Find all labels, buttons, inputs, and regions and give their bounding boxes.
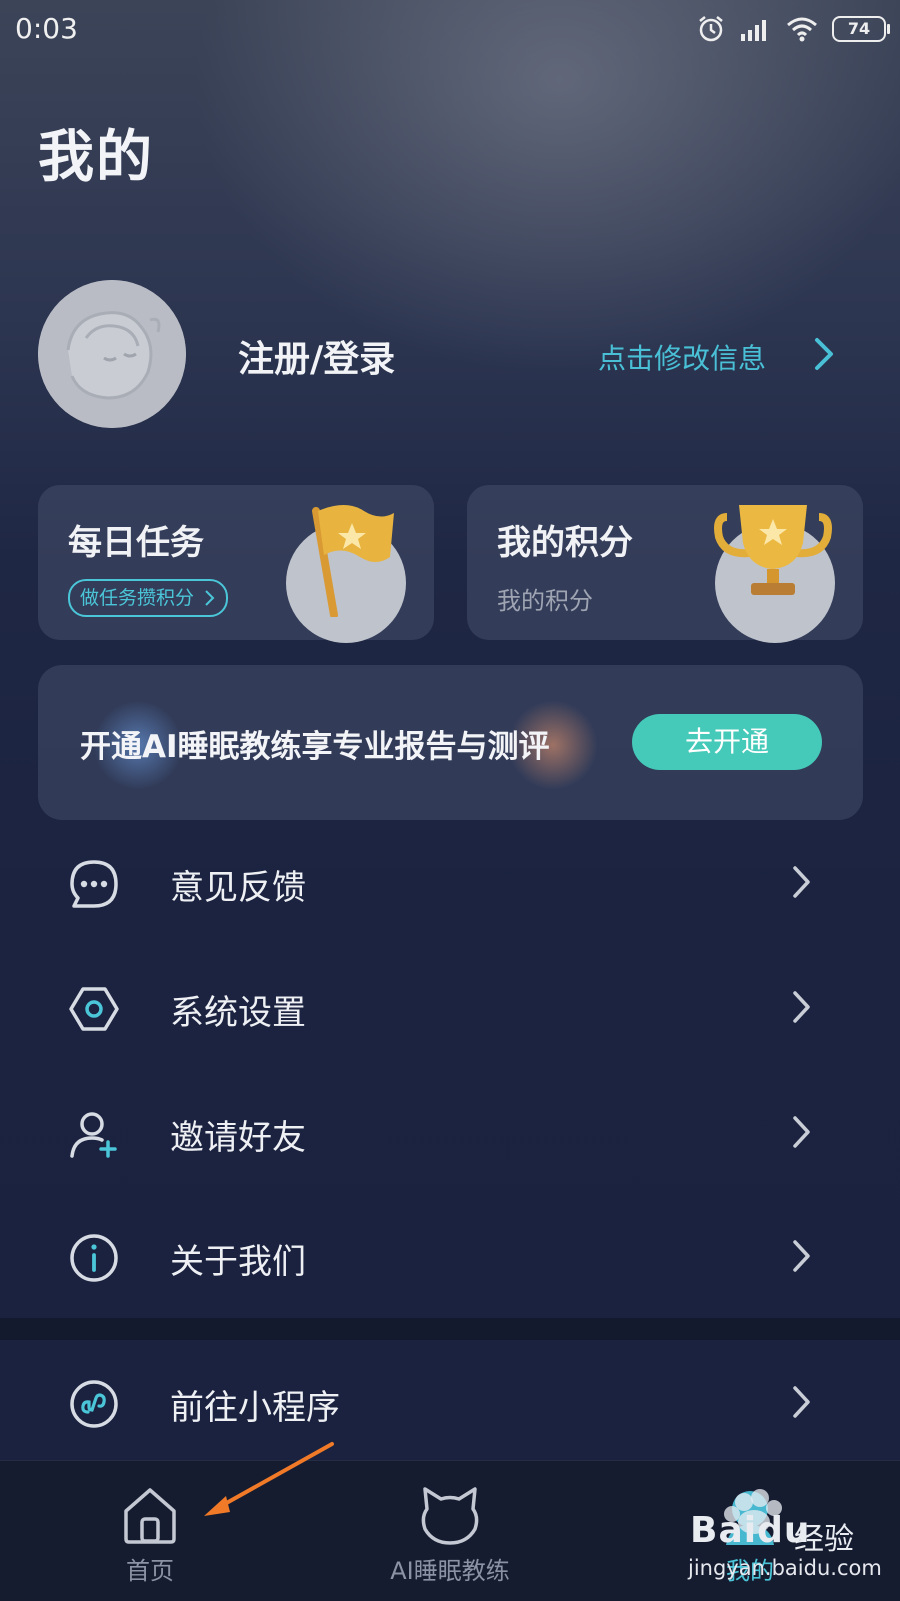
- signal-icon: [741, 20, 766, 41]
- tab-label: AI睡眠教练: [390, 1557, 510, 1585]
- menu-item-label: 关于我们: [170, 1242, 306, 1282]
- menu-item-label: 意见反馈: [170, 868, 306, 908]
- chevron-right-icon: [793, 866, 810, 898]
- add-user-icon: [70, 1112, 117, 1158]
- flag-icon: [312, 505, 394, 617]
- my-points-card[interactable]: 我的积分 我的积分: [467, 485, 863, 643]
- watermark-url: jingyan.baidu.com: [688, 1556, 882, 1580]
- promo-text: 开通AI睡眠教练享专业报告与测评: [80, 729, 550, 765]
- hexagon-settings-icon: [69, 987, 119, 1031]
- alarm-icon: [699, 16, 723, 42]
- chevron-right-icon: [793, 991, 810, 1023]
- menu-item-invite[interactable]: 邀请好友: [0, 1070, 900, 1194]
- menu-item-about[interactable]: 关于我们: [0, 1194, 900, 1318]
- tab-ai-sleep-coach[interactable]: AI睡眠教练: [350, 1461, 550, 1601]
- chevron-right-icon: [205, 590, 215, 606]
- status-time: 0:03: [15, 12, 78, 45]
- daily-task-card[interactable]: 每日任务 做任务攒积分: [38, 485, 434, 643]
- daily-task-title: 每日任务: [68, 523, 204, 563]
- chevron-right-icon: [793, 1386, 810, 1418]
- menu-item-feedback[interactable]: 意见反馈: [0, 820, 900, 944]
- home-icon: [124, 1488, 176, 1544]
- avatar[interactable]: [38, 280, 186, 428]
- cat-face-icon: [421, 1487, 479, 1545]
- trophy-icon: [714, 505, 832, 595]
- login-register-link[interactable]: 注册/登录: [238, 330, 395, 382]
- chevron-right-icon: [793, 1240, 810, 1272]
- ai-coach-promo-banner: 开通AI睡眠教练享专业报告与测评 去开通: [38, 665, 863, 820]
- watermark-suffix: 经验: [794, 1522, 854, 1557]
- wifi-icon: [787, 17, 817, 42]
- earn-points-button[interactable]: 做任务攒积分: [68, 579, 229, 617]
- mini-program-icon: [70, 1380, 118, 1428]
- activate-button[interactable]: 去开通: [632, 714, 822, 770]
- my-points-subtitle: 我的积分: [497, 587, 593, 615]
- edit-profile-link[interactable]: 点击修改信息: [598, 337, 766, 377]
- menu-item-label: 系统设置: [170, 993, 306, 1033]
- earn-points-label: 做任务攒积分: [80, 587, 195, 609]
- battery-level: 74: [847, 19, 871, 38]
- battery-indicator: 74: [832, 16, 890, 42]
- menu-item-settings[interactable]: 系统设置: [0, 945, 900, 1069]
- annotation-arrow-icon: [204, 1442, 334, 1516]
- my-points-title: 我的积分: [497, 523, 633, 563]
- menu-item-label: 邀请好友: [170, 1118, 306, 1158]
- status-bar: 0:03 74: [0, 0, 900, 62]
- watermark-brand: Baidu: [690, 1510, 811, 1551]
- sleeping-sheep-icon: [38, 280, 186, 428]
- chevron-right-icon[interactable]: [812, 336, 838, 372]
- status-icons: 74: [696, 14, 890, 44]
- page-title: 我的: [38, 125, 154, 190]
- menu-item-label: 前往小程序: [170, 1388, 340, 1428]
- tab-label: 首页: [126, 1557, 174, 1585]
- chevron-right-icon: [793, 1116, 810, 1148]
- info-icon: [70, 1234, 118, 1282]
- section-divider: [0, 1318, 900, 1340]
- chat-bubble-icon: [70, 860, 118, 908]
- menu-item-mini-program[interactable]: 前往小程序: [0, 1340, 900, 1464]
